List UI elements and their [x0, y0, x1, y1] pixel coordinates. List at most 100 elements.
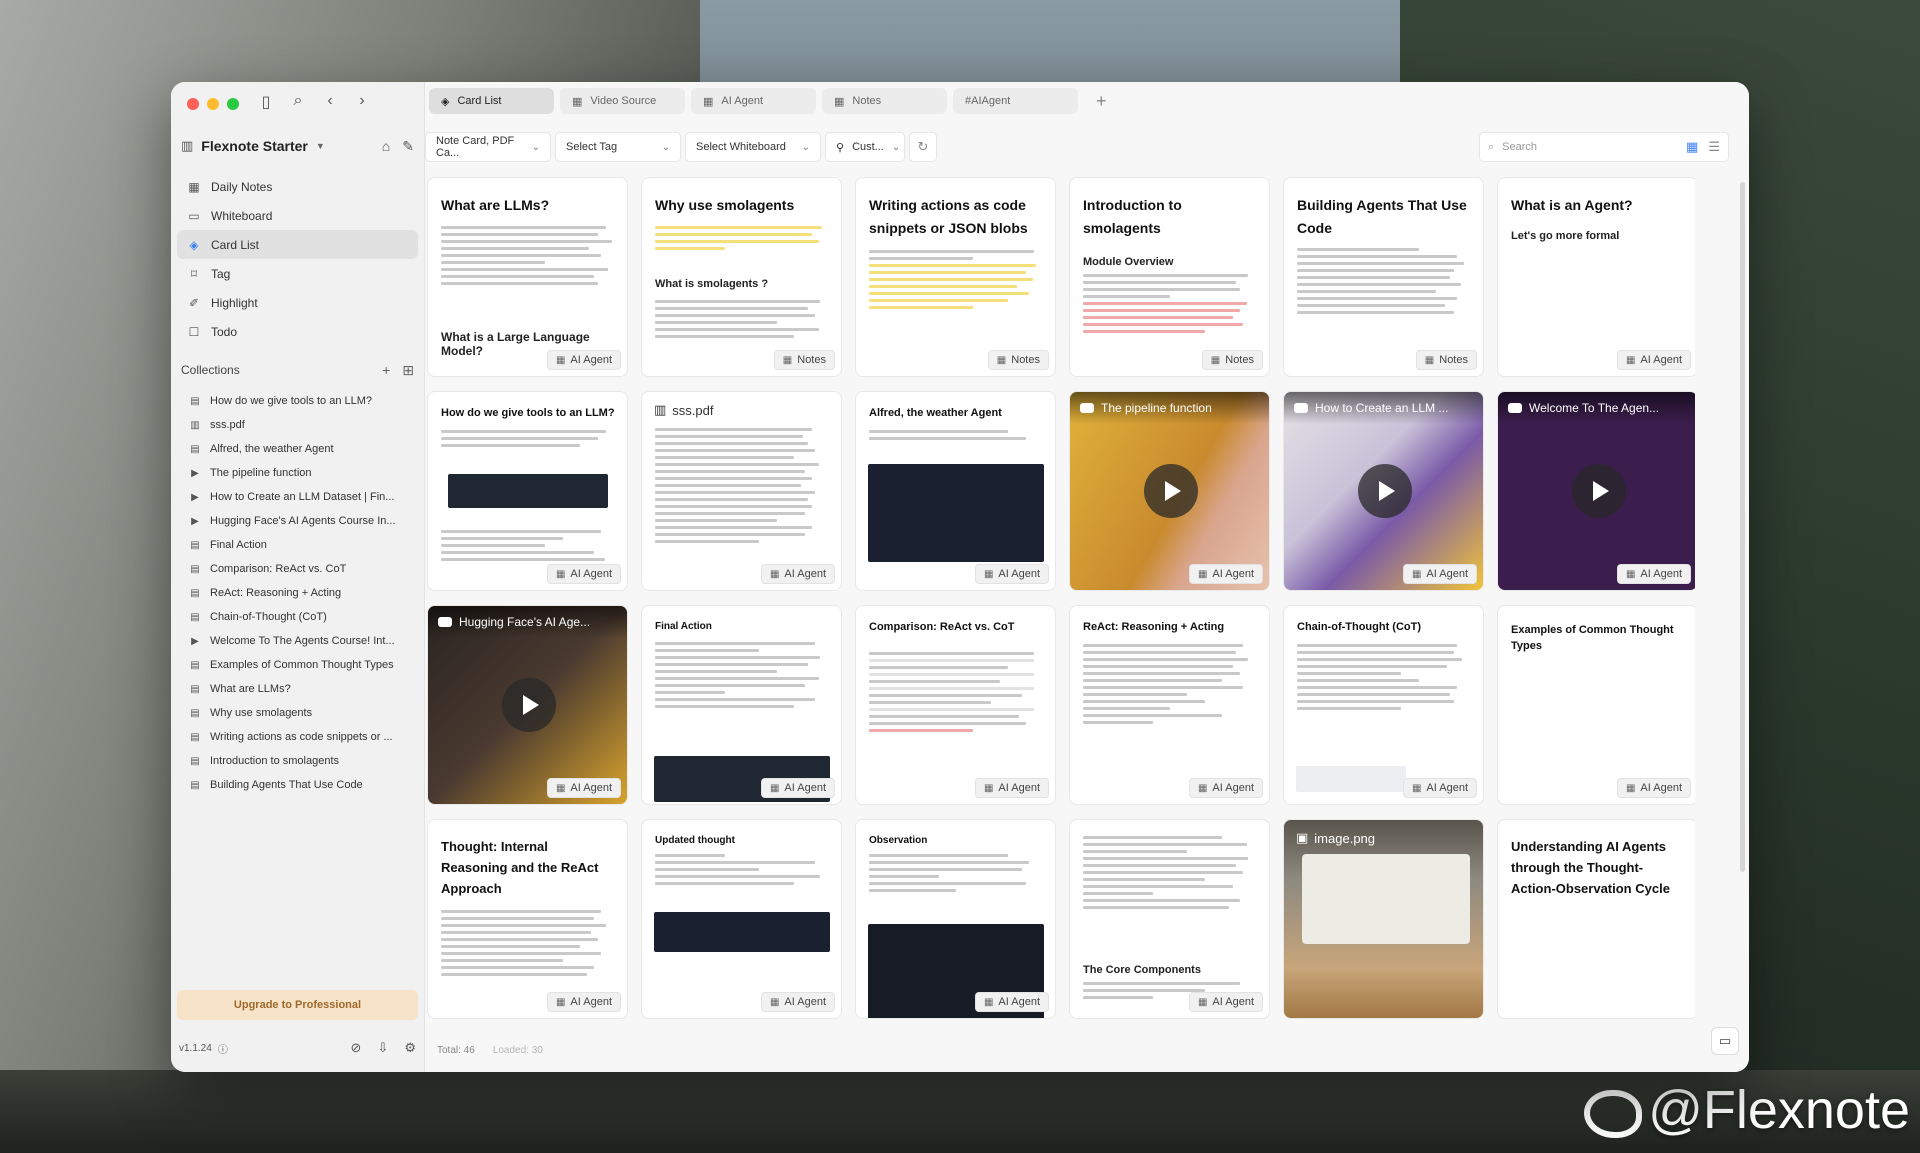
collection-item[interactable]: ▶ How to Create an LLM Dataset | Fin... [181, 485, 418, 509]
doc-icon: ▤ [190, 683, 200, 695]
note-card[interactable]: How do we give tools to an LLM? AI Agent [427, 391, 628, 591]
play-button[interactable] [502, 678, 556, 732]
video-card[interactable]: How to Create an LLM ... AI Agent [1283, 391, 1484, 591]
upgrade-button[interactable]: Upgrade to Professional [177, 990, 418, 1020]
search-icon: ⌕ [1488, 140, 1495, 153]
collection-item[interactable]: ▶ Hugging Face's AI Agents Course In... [181, 509, 418, 533]
whiteboard-filter[interactable]: Select Whiteboard ⌄ [685, 132, 821, 162]
search-box[interactable]: ⌕ Search ▦ ☰ [1479, 132, 1729, 162]
minimize-window-button[interactable] [207, 98, 219, 110]
collection-item[interactable]: ▤ Alfred, the weather Agent [181, 437, 418, 461]
refresh-icon: ↻ [917, 139, 929, 154]
funnel-icon: ⚲ [836, 141, 845, 154]
note-card[interactable]: What are LLMs? What is a Large Language … [427, 177, 628, 377]
doc-icon: ▤ [190, 587, 200, 599]
custom-filter[interactable]: ⚲ Cust... ⌄ [825, 132, 905, 162]
refresh-button[interactable]: ↻ [909, 132, 937, 162]
home-icon[interactable]: ⌂ [382, 138, 390, 155]
sidebar-toggle-icon[interactable]: ▯ [257, 92, 275, 112]
nav-card-list[interactable]: ◈ Card List [177, 230, 418, 259]
add-collection-icon[interactable]: + [382, 362, 390, 379]
nav-todo[interactable]: ☐ Todo [177, 317, 418, 346]
chat-bubble-icon: ▭ [1718, 1033, 1732, 1048]
tab-card-list[interactable]: ◈ Card List [429, 88, 554, 114]
tag-filter[interactable]: Select Tag ⌄ [555, 132, 681, 162]
collection-item[interactable]: ▤ Comparison: ReAct vs. CoT [181, 557, 418, 581]
note-card[interactable]: Why use smolagents What is smolagents ? … [641, 177, 842, 377]
settings-gear-icon[interactable]: ⚙ [404, 1040, 416, 1056]
collection-item[interactable]: ▤ Why use smolagents [181, 701, 418, 725]
info-icon[interactable]: ⓘ [218, 1041, 228, 1056]
tab-notes[interactable]: ▦ Notes [822, 88, 947, 114]
note-card-partial[interactable]: Understanding AI Agents through the Thou… [1497, 819, 1695, 1019]
collection-item[interactable]: ▤ Building Agents That Use Code [181, 773, 418, 797]
collection-item[interactable]: ▤ Introduction to smolagents [181, 749, 418, 773]
note-card[interactable]: Building Agents That Use Code Notes [1283, 177, 1484, 377]
nav-whiteboard[interactable]: ▭ Whiteboard [177, 201, 418, 230]
note-card[interactable]: Introduction to smolagents Module Overvi… [1069, 177, 1270, 377]
doc-icon: ▤ [190, 563, 200, 575]
nav-tag[interactable]: ⌑ Tag [177, 259, 418, 288]
add-tab-button[interactable]: + [1084, 91, 1107, 112]
collection-item[interactable]: ▤ How do we give tools to an LLM? [181, 389, 418, 413]
forward-icon[interactable]: › [353, 92, 371, 112]
video-card[interactable]: The pipeline function AI Agent [1069, 391, 1270, 591]
video-card[interactable]: Hugging Face's AI Age... AI Agent [427, 605, 628, 805]
checkbox-icon: ☐ [188, 324, 200, 339]
tab-ai-agent[interactable]: ▦ AI Agent [691, 88, 816, 114]
folder-add-icon[interactable]: ⊞ [402, 362, 414, 379]
video-icon: ▶ [191, 515, 199, 527]
video-card-partial[interactable]: Welcome To The Agen...AI Agent [1497, 391, 1695, 591]
nav-highlight[interactable]: ✐ Highlight [177, 288, 418, 317]
card-badge: AI Agent [1188, 992, 1263, 1012]
tab-aiagent-tag[interactable]: #AIAgent [953, 88, 1078, 114]
scrollbar[interactable] [1740, 182, 1745, 872]
collection-item[interactable]: ▥ sss.pdf [181, 413, 418, 437]
collection-item[interactable]: ▤ What are LLMs? [181, 677, 418, 701]
image-card[interactable]: ▣ image.png [1283, 819, 1484, 1019]
note-card[interactable]: Writing actions as code snippets or JSON… [855, 177, 1056, 377]
workspace-switcher[interactable]: ▥ Flexnote Starter ▼ ⌂ ✎ [181, 132, 414, 160]
collection-item[interactable]: ▶ Welcome To The Agents Course! Int... [181, 629, 418, 653]
chat-button[interactable]: ▭ [1711, 1027, 1739, 1055]
note-card[interactable]: ReAct: Reasoning + Acting AI Agent [1069, 605, 1270, 805]
pdf-card[interactable]: ▥sss.pdf AI Agent [641, 391, 842, 591]
note-card[interactable]: Final Action AI Agent [641, 605, 842, 805]
note-card[interactable]: Updated thought AI Agent [641, 819, 842, 1019]
back-icon[interactable]: ‹ [321, 92, 339, 112]
collection-item[interactable]: ▤ Examples of Common Thought Types [181, 653, 418, 677]
list-view-icon[interactable]: ☰ [1708, 139, 1720, 155]
filter-bar: Note Card, PDF Ca... ⌄ Select Tag ⌄ Select… [425, 132, 937, 162]
doc-icon: ▤ [190, 731, 200, 743]
play-button[interactable] [1572, 464, 1626, 518]
collection-item[interactable]: ▶ The pipeline function [181, 461, 418, 485]
note-card[interactable]: Alfred, the weather Agent AI Agent [855, 391, 1056, 591]
note-card-partial[interactable]: Examples of Common Thought TypesAI Agent [1497, 605, 1695, 805]
play-button[interactable] [1144, 464, 1198, 518]
collection-item[interactable]: ▤ Final Action [181, 533, 418, 557]
note-card[interactable]: The Core Components AI Agent [1069, 819, 1270, 1019]
card-type-filter[interactable]: Note Card, PDF Ca... ⌄ [425, 132, 551, 162]
collection-item[interactable]: ▤ Chain-of-Thought (CoT) [181, 605, 418, 629]
grid-view-icon[interactable]: ▦ [1686, 139, 1698, 155]
play-button[interactable] [1358, 464, 1412, 518]
search-input[interactable]: Search [1502, 141, 1537, 153]
note-card[interactable]: Chain-of-Thought (CoT) AI Agent [1283, 605, 1484, 805]
tab-video-source[interactable]: ▦ Video Source [560, 88, 685, 114]
maximize-window-button[interactable] [227, 98, 239, 110]
new-note-icon[interactable]: ✎ [402, 138, 414, 155]
import-icon[interactable]: ⇩ [377, 1040, 388, 1056]
card-badge: AI Agent [1188, 564, 1263, 584]
card-grid: What are LLMs? What is a Large Language … [425, 177, 1695, 1032]
note-card[interactable]: Thought: Internal Reasoning and the ReAc… [427, 819, 628, 1019]
sync-off-icon[interactable]: ⊘ [351, 1040, 362, 1056]
collection-item[interactable]: ▤ Writing actions as code snippets or ... [181, 725, 418, 749]
note-card[interactable]: Comparison: ReAct vs. CoT AI Agent [855, 605, 1056, 805]
nav-daily-notes[interactable]: ▦ Daily Notes [177, 172, 418, 201]
close-window-button[interactable] [187, 98, 199, 110]
collection-item[interactable]: ▤ ReAct: Reasoning + Acting [181, 581, 418, 605]
search-icon[interactable]: ⌕ [289, 92, 307, 112]
note-card-partial[interactable]: What is an Agent?Let's go more formalAI … [1497, 177, 1695, 377]
note-card[interactable]: Observation AI Agent [855, 819, 1056, 1019]
doc-icon: ▤ [190, 779, 200, 791]
